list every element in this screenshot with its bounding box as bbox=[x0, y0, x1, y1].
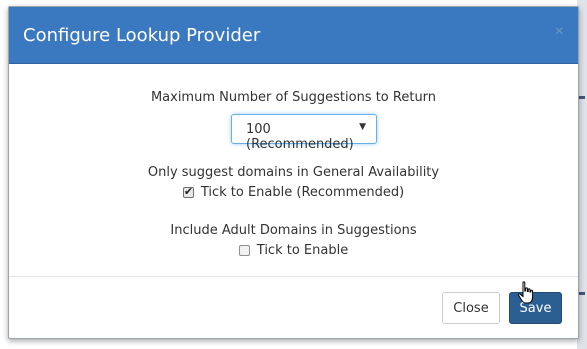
dialog-body: Maximum Number of Suggestions to Return … bbox=[9, 64, 578, 276]
max-suggestions-value: 100 (Recommended) bbox=[246, 122, 354, 152]
adult-domains-row: Tick to Enable bbox=[9, 243, 578, 260]
max-suggestions-label: Maximum Number of Suggestions to Return bbox=[150, 90, 437, 105]
general-availability-checkbox-label: Tick to Enable (Recommended) bbox=[200, 185, 405, 200]
caret-down-icon: ▼ bbox=[359, 122, 366, 132]
dialog-header: Configure Lookup Provider × bbox=[9, 7, 578, 64]
checkmark-icon: ✔ bbox=[183, 185, 194, 198]
adult-domains-label: Include Adult Domains in Suggestions bbox=[170, 223, 417, 238]
general-availability-row: ✔ Tick to Enable (Recommended) bbox=[9, 185, 578, 202]
max-suggestions-select[interactable]: 100 (Recommended) ▼ bbox=[231, 114, 377, 152]
dialog-footer: Close Save bbox=[9, 276, 578, 339]
general-availability-label: Only suggest domains in General Availabi… bbox=[147, 165, 440, 180]
close-button[interactable]: Close bbox=[442, 292, 500, 324]
configure-lookup-dialog: Configure Lookup Provider × Maximum Numb… bbox=[8, 6, 579, 339]
close-icon[interactable]: × bbox=[555, 23, 564, 41]
adult-domains-checkbox-label: Tick to Enable bbox=[256, 243, 349, 258]
general-availability-checkbox[interactable]: ✔ bbox=[182, 185, 194, 198]
adult-domains-checkbox[interactable] bbox=[238, 245, 250, 256]
dialog-title: Configure Lookup Provider bbox=[23, 25, 261, 46]
adult-domains-checkbox-group[interactable]: Tick to Enable bbox=[238, 243, 349, 258]
hand-pointer-icon bbox=[517, 281, 534, 304]
general-availability-checkbox-group[interactable]: ✔ Tick to Enable (Recommended) bbox=[182, 185, 405, 200]
